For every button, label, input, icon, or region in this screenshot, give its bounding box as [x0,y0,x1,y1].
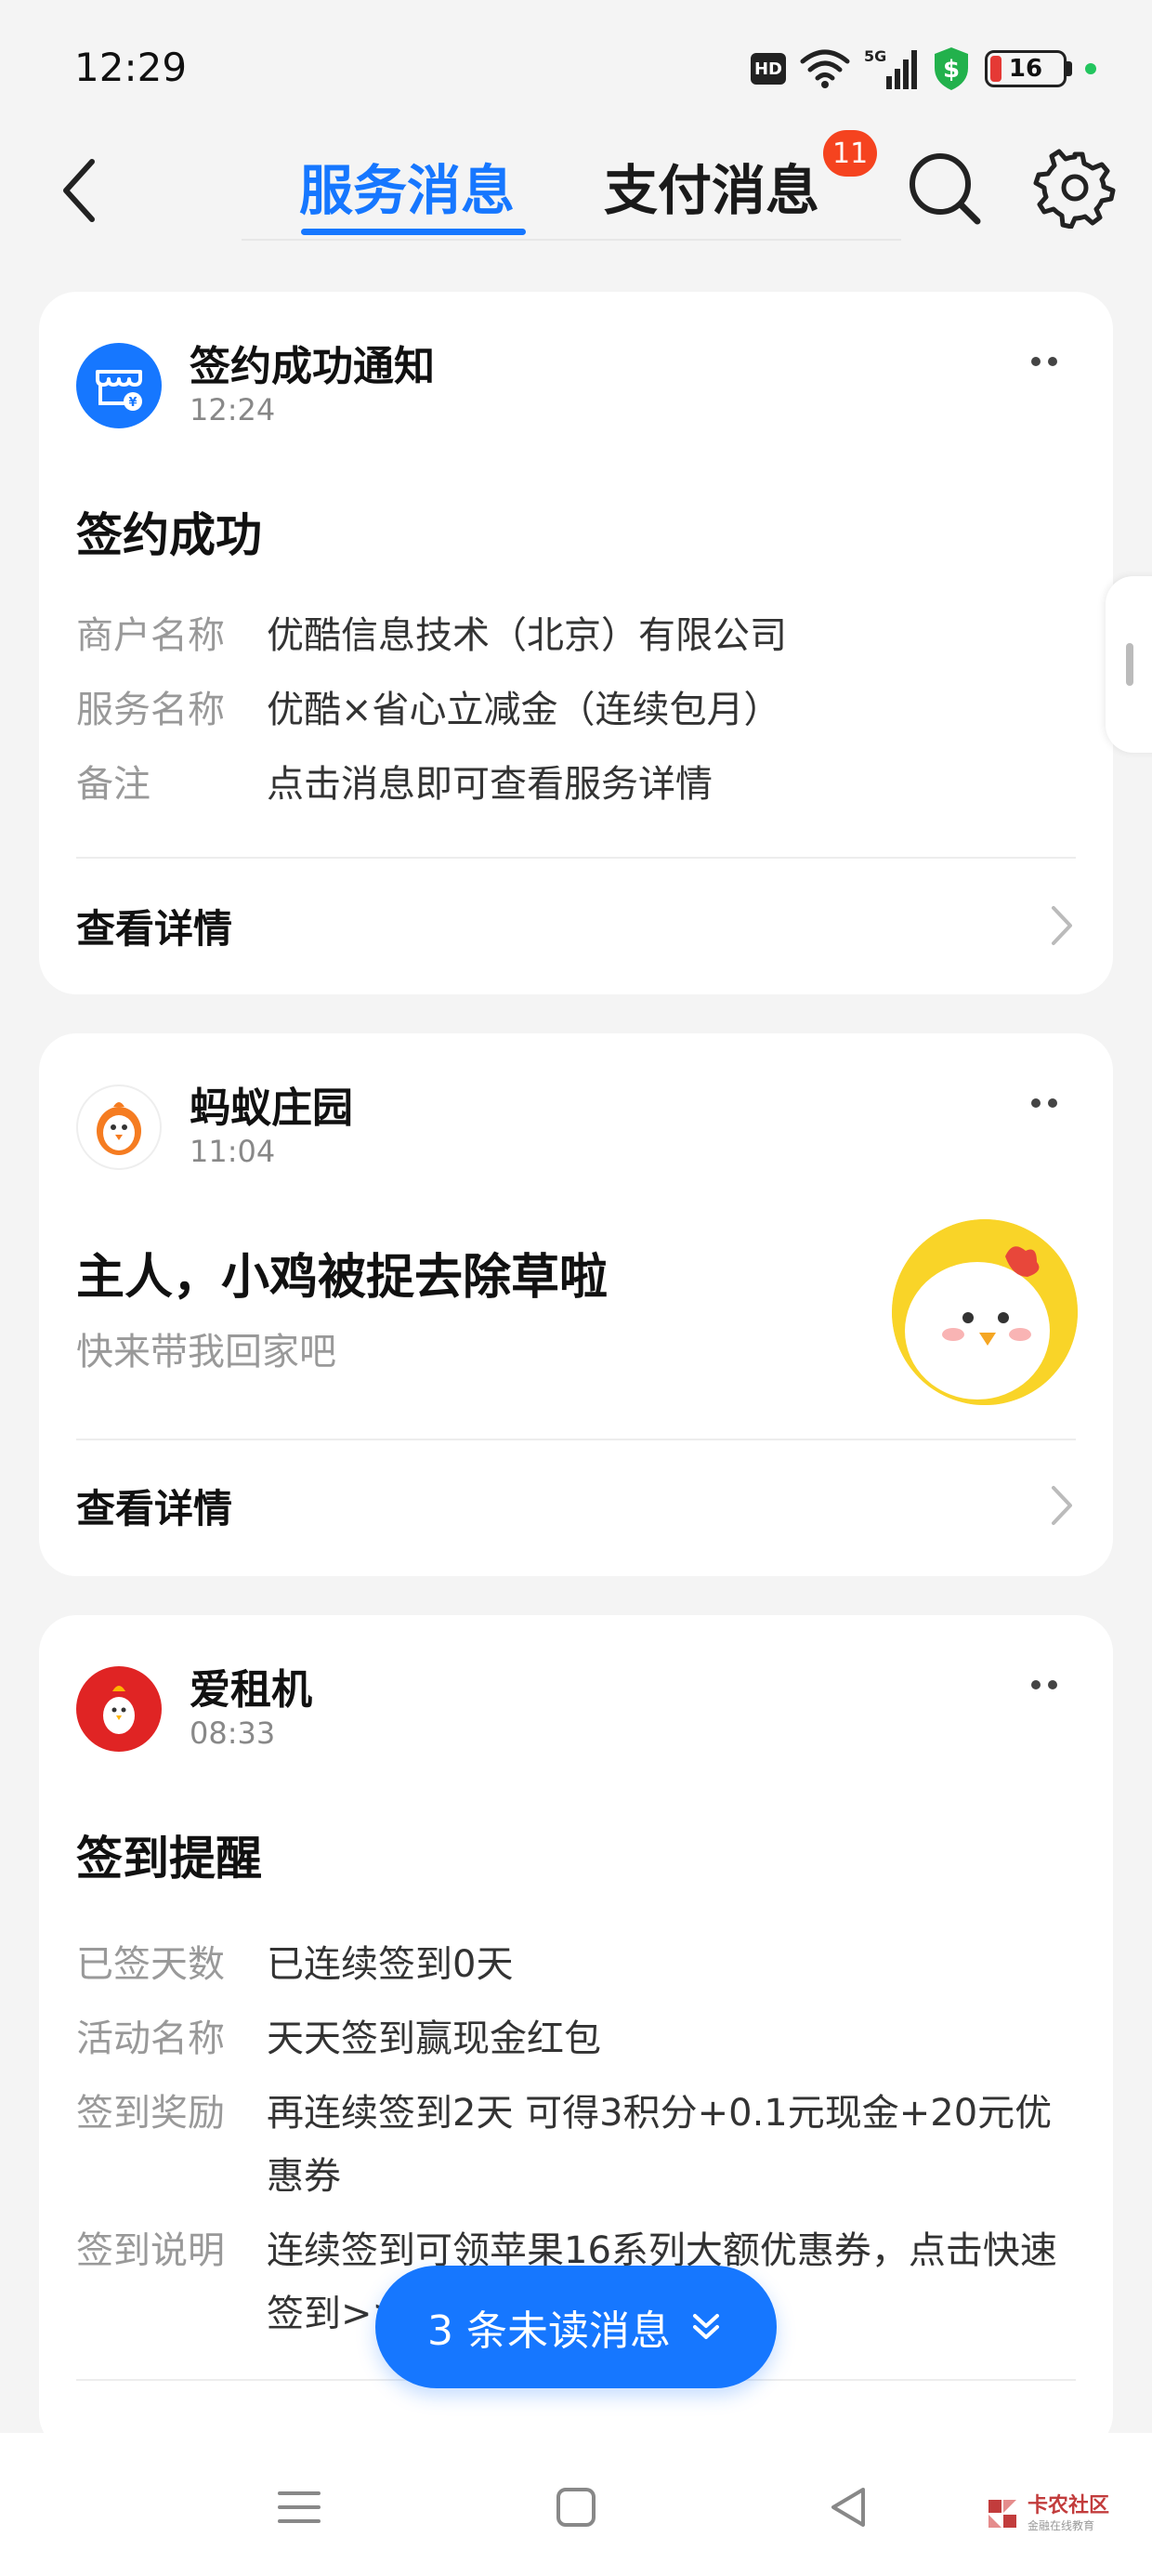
ant-farm-chick-icon [76,1084,162,1170]
message-subtitle: 快来带我回家吧 [76,1331,336,1373]
field-row: 服务名称 优酷×省心立减金（连续包月） [76,678,1080,742]
app-name: 蚂蚁庄园 [190,1084,353,1132]
unread-messages-label: 3 条未读消息 [427,2307,671,2355]
field-value: 已连续签到0天 [267,1943,514,1986]
status-dot [1085,63,1096,74]
message-time: 11:04 [190,1134,276,1169]
status-time: 12:29 [74,45,188,90]
field-row: 商户名称 优酷信息技术（北京）有限公司 [76,604,1080,667]
chevron-right-icon [1048,1482,1076,1529]
more-options-button[interactable] [1031,1098,1057,1108]
tab-payment-messages[interactable]: 支付消息 [604,139,819,232]
view-details-label: 查看详情 [76,905,233,952]
message-title: 签到提醒 [76,1832,262,1886]
back-icon [63,159,95,222]
more-options-button[interactable] [1031,1680,1057,1689]
search-button[interactable] [903,147,987,230]
search-icon [910,153,981,225]
home-square-icon [556,2488,596,2527]
network-label: 5G [864,47,886,65]
field-key: 服务名称 [76,689,225,731]
divider [76,1439,1076,1440]
view-details-link[interactable]: 查看详情 [76,888,1076,963]
card-header: 蚂蚁庄园 11:04 [76,1084,353,1170]
home-button[interactable] [539,2470,613,2544]
status-bar: 12:29 HD 5G $ 16 [0,0,1152,130]
field-key: 活动名称 [76,2017,225,2060]
shield-dollar-icon: $ [931,46,972,92]
view-details-link[interactable]: 查看详情 [76,1468,1076,1543]
field-row: 活动名称 天天签到赢现金红包 [76,2007,1080,2070]
tab-service-messages[interactable]: 服务消息 [299,139,515,232]
app-name: 签约成功通知 [190,343,435,390]
view-details-label: 查看详情 [76,1485,233,1531]
hd-icon: HD [751,53,786,85]
menu-icon [278,2491,321,2523]
message-card-sign-success[interactable]: ¥ 签约成功通知 12:24 签约成功 商户名称 优酷信息技术（北京）有限公司 … [39,292,1113,994]
field-key: 商户名称 [76,614,225,657]
message-card-ant-farm[interactable]: 蚂蚁庄园 11:04 主人，小鸡被捉去除草啦 快来带我回家吧 查看详情 [39,1033,1113,1576]
card-header: ¥ 签约成功通知 12:24 [76,343,435,428]
watermark: 卡农社区 金融在线教育 [983,2494,1109,2533]
field-key: 备注 [76,763,151,806]
aizuji-chicken-icon [76,1666,162,1752]
battery-level: 16 [1008,55,1043,83]
watermark-logo-icon [988,2500,1016,2528]
field-value: 天天签到赢现金红包 [267,2017,601,2060]
svg-text:$: $ [943,56,960,84]
menu-button[interactable] [262,2470,336,2544]
system-nav-bar [0,2433,1152,2576]
unread-messages-button[interactable]: 3 条未读消息 [375,2266,777,2388]
field-row: 已签天数 已连续签到0天 [76,1933,1080,1996]
back-button[interactable] [46,149,111,232]
message-title: 主人，小鸡被捉去除草啦 [76,1250,609,1306]
header-nav: 服务消息 支付消息 11 [0,130,1152,251]
divider [76,857,1076,859]
message-time: 08:33 [190,1715,276,1751]
card-header: 爱租机 08:33 [76,1666,312,1752]
field-value: 优酷信息技术（北京）有限公司 [267,614,787,657]
chick-image [892,1219,1078,1405]
watermark-title: 卡农社区 [1028,2493,1110,2517]
svg-text:¥: ¥ [128,396,137,410]
nav-divider [242,239,901,241]
battery-icon: 16 [985,50,1072,87]
watermark-subtitle: 金融在线教育 [1028,2518,1095,2532]
field-value: 点击消息即可查看服务详情 [267,763,713,806]
side-drawer-handle[interactable] [1106,576,1152,753]
status-icons: HD 5G $ 16 [751,41,1096,97]
field-key: 签到奖励 [76,2092,225,2135]
field-row: 签到奖励 再连续签到2天 可得3积分+0.1元现金+20元优惠券 [76,2082,1080,2208]
message-title: 签约成功 [76,508,262,562]
wifi-icon [799,48,851,89]
settings-button[interactable] [1033,145,1117,230]
field-value: 优酷×省心立减金（连续包月） [267,689,781,731]
signal-5g-icon: 5G [864,46,918,91]
unread-badge: 11 [823,130,878,177]
gear-icon [1033,149,1116,230]
chevron-right-icon [1048,902,1076,949]
field-key: 已签天数 [76,1943,225,1986]
more-options-button[interactable] [1031,357,1057,366]
message-fields: 商户名称 优酷信息技术（北京）有限公司 服务名称 优酷×省心立减金（连续包月） … [76,604,1080,827]
message-time: 12:24 [190,392,276,427]
store-icon: ¥ [76,343,162,428]
back-nav-button[interactable] [812,2470,886,2544]
back-triangle-icon [831,2488,865,2527]
field-value: 再连续签到2天 可得3积分+0.1元现金+20元优惠券 [267,2092,1053,2198]
active-tab-indicator [301,229,526,235]
double-chevron-down-icon [692,2314,719,2339]
app-name: 爱租机 [190,1666,312,1714]
field-row: 备注 点击消息即可查看服务详情 [76,753,1080,816]
field-key: 签到说明 [76,2229,225,2272]
